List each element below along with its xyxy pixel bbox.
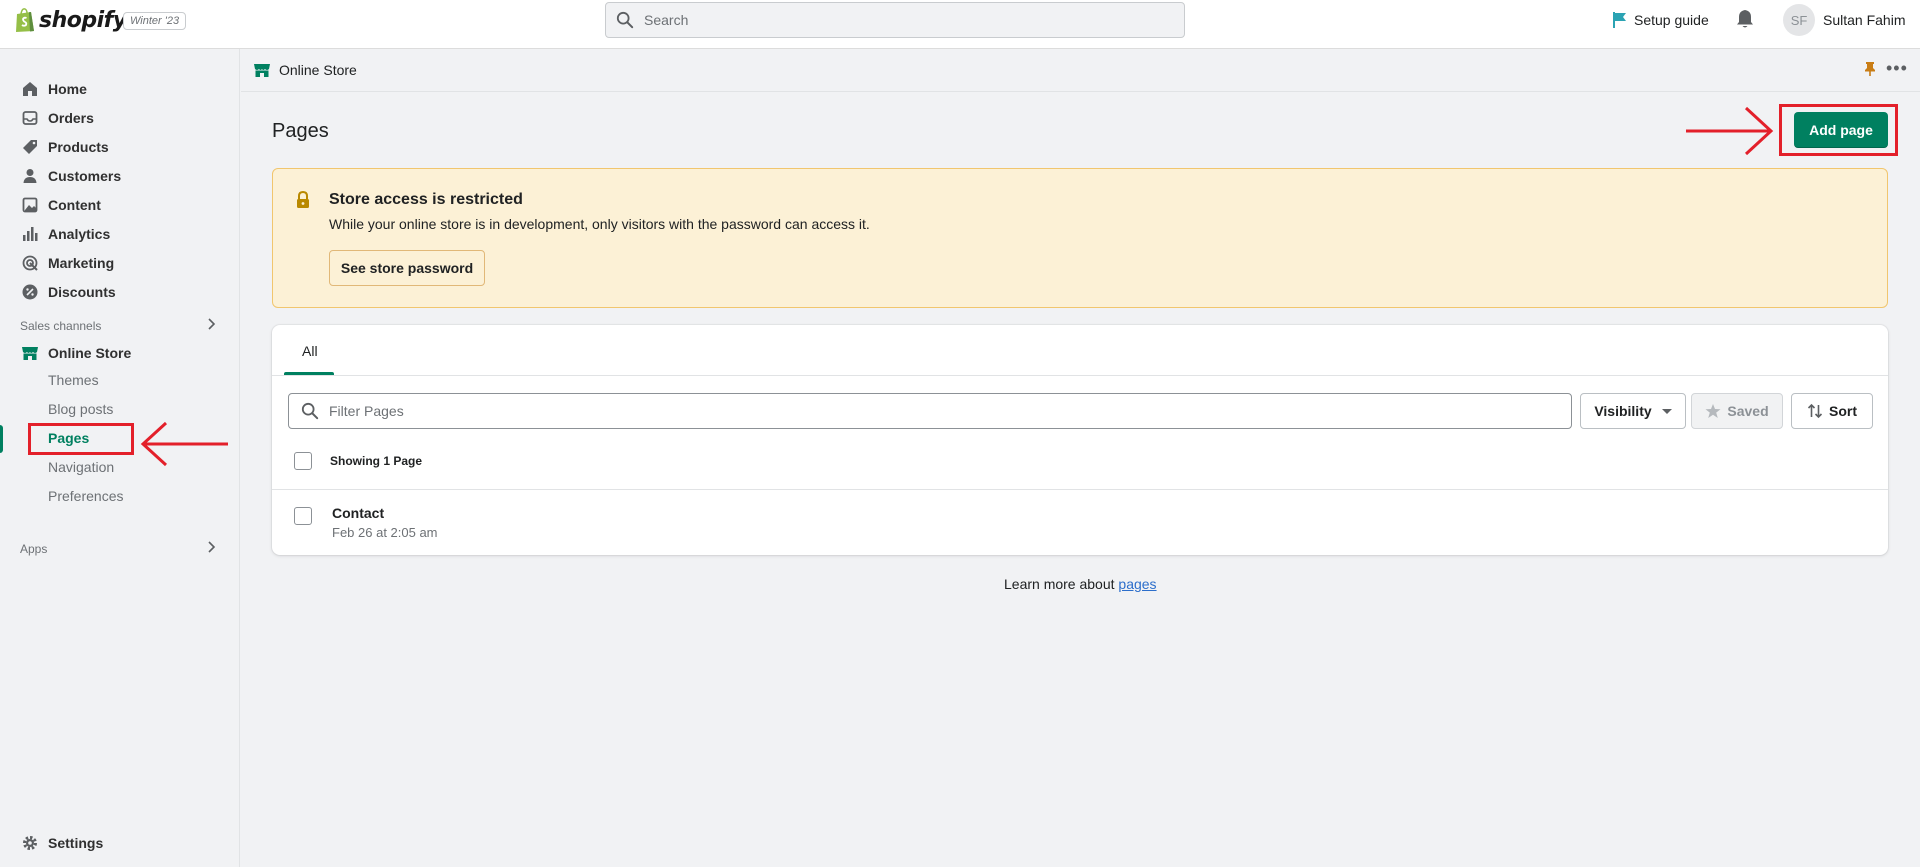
- home-icon: [20, 79, 40, 99]
- sidebar-item-products[interactable]: Products: [20, 135, 109, 159]
- person-icon: [20, 166, 40, 186]
- saved-button: Saved: [1691, 393, 1783, 429]
- sidebar-item-orders[interactable]: Orders: [20, 106, 94, 130]
- user-name: Sultan Fahim: [1823, 12, 1906, 28]
- filter-pages-input[interactable]: Filter Pages: [288, 393, 1572, 429]
- orders-icon: [20, 108, 40, 128]
- sidebar-subitem-blog-posts[interactable]: Blog posts: [48, 401, 113, 423]
- banner-text: While your online store is in developmen…: [329, 216, 870, 232]
- storefront-icon: [254, 64, 270, 77]
- sidebar-item-label: Products: [48, 139, 109, 155]
- sidebar-item-home[interactable]: Home: [20, 77, 87, 101]
- sidebar-item-label: Orders: [48, 110, 94, 126]
- discount-icon: [20, 282, 40, 302]
- sidebar-subitem-preferences[interactable]: Preferences: [48, 488, 123, 510]
- search-icon: [616, 11, 634, 29]
- visibility-filter-button[interactable]: Visibility: [1580, 393, 1686, 429]
- divider: [272, 489, 1888, 490]
- sales-channels-chevron-right-icon[interactable]: [205, 317, 217, 334]
- showing-count: Showing 1 Page: [330, 454, 423, 468]
- sidebar-item-label: Online Store: [48, 345, 132, 361]
- sort-label: Sort: [1829, 403, 1857, 419]
- sidebar-item-online-store[interactable]: Online Store: [20, 341, 131, 365]
- avatar: SF: [1783, 4, 1815, 36]
- setup-guide-label: Setup guide: [1634, 12, 1709, 28]
- page-title: Pages: [272, 120, 329, 142]
- target-icon: [20, 253, 40, 273]
- apps-label: Apps: [20, 542, 48, 556]
- brand-name: shopify: [39, 7, 127, 33]
- tag-icon: [20, 137, 40, 157]
- sidebar-item-label: Marketing: [48, 255, 115, 271]
- store-restricted-banner: Store access is restricted While your on…: [272, 168, 1888, 308]
- tab-all[interactable]: All: [302, 343, 318, 359]
- sidebar-item-label: Home: [48, 81, 87, 97]
- learn-more-pages-link[interactable]: pages: [1118, 576, 1156, 592]
- learn-more-prefix: Learn more about: [1004, 576, 1119, 592]
- star-icon: [1705, 404, 1721, 418]
- banner-title: Store access is restricted: [329, 191, 523, 208]
- sidebar-item-marketing[interactable]: Marketing: [20, 251, 114, 275]
- see-store-password-button[interactable]: See store password: [329, 250, 485, 286]
- sidebar-item-analytics[interactable]: Analytics: [20, 222, 110, 246]
- divider: [272, 375, 1888, 376]
- page-row-date: Feb 26 at 2:05 am: [332, 525, 438, 540]
- breadcrumb: Online Store •••: [241, 49, 1920, 92]
- notifications-bell-icon[interactable]: [1736, 9, 1754, 32]
- sales-channels-label: Sales channels: [20, 319, 102, 333]
- sidebar-subitem-themes[interactable]: Themes: [48, 372, 99, 394]
- caret-down-icon: [1661, 408, 1672, 414]
- sort-arrows-icon: [1807, 403, 1823, 419]
- shopify-bag-icon: [14, 7, 36, 33]
- sidebar-item-label: Customers: [48, 168, 122, 184]
- sidebar-item-customers[interactable]: Customers: [20, 164, 121, 188]
- filter-placeholder: Filter Pages: [329, 403, 404, 419]
- learn-more-text: Learn more about pages: [1004, 576, 1157, 592]
- annotation-highlight-add-page: [1779, 104, 1898, 156]
- gear-icon: [20, 833, 40, 853]
- image-icon: [20, 195, 40, 215]
- annotation-arrow-right-icon: [1686, 106, 1774, 156]
- breadcrumb-label: Online Store: [279, 62, 357, 78]
- edition-badge: Winter '23: [123, 12, 187, 30]
- visibility-label: Visibility: [1594, 403, 1652, 419]
- pin-icon[interactable]: [1863, 61, 1877, 80]
- sidebar-item-label: Settings: [48, 835, 104, 851]
- breadcrumb-online-store[interactable]: Online Store: [253, 61, 357, 79]
- search-input[interactable]: Search: [605, 2, 1185, 38]
- sidebar-item-label: Discounts: [48, 284, 116, 300]
- sidebar-item-discounts[interactable]: Discounts: [20, 280, 116, 304]
- sidebar-item-content[interactable]: Content: [20, 193, 101, 217]
- apps-chevron-right-icon[interactable]: [205, 540, 217, 557]
- sidebar-item-label: Analytics: [48, 226, 111, 242]
- page-row-title[interactable]: Contact: [332, 505, 384, 521]
- sort-button[interactable]: Sort: [1791, 393, 1873, 429]
- select-all-checkbox[interactable]: [294, 452, 312, 470]
- flag-icon: [1613, 12, 1626, 28]
- more-actions-icon[interactable]: •••: [1886, 59, 1908, 77]
- row-checkbox[interactable]: [294, 507, 312, 525]
- setup-guide-button[interactable]: Setup guide: [1612, 11, 1709, 29]
- pages-list-card: All Filter Pages Visibility Saved Sort S…: [272, 325, 1888, 555]
- sidebar-subitem-navigation[interactable]: Navigation: [48, 459, 114, 481]
- lock-icon: [295, 190, 311, 212]
- shopify-logo[interactable]: shopify: [14, 7, 127, 33]
- sidebar-item-label: Content: [48, 197, 101, 213]
- search-placeholder: Search: [644, 12, 689, 28]
- saved-label: Saved: [1727, 403, 1769, 419]
- search-icon: [301, 402, 319, 420]
- user-menu[interactable]: SF Sultan Fahim: [1783, 4, 1905, 36]
- annotation-arrow-left-icon: [140, 421, 228, 467]
- sidebar-item-settings[interactable]: Settings: [20, 831, 103, 855]
- storefront-icon: [20, 343, 40, 363]
- annotation-highlight-pages: [28, 423, 134, 455]
- active-indicator: [0, 425, 3, 453]
- top-bar: shopify Winter '23 Search Setup guide SF…: [0, 0, 1920, 49]
- bar-chart-icon: [20, 224, 40, 244]
